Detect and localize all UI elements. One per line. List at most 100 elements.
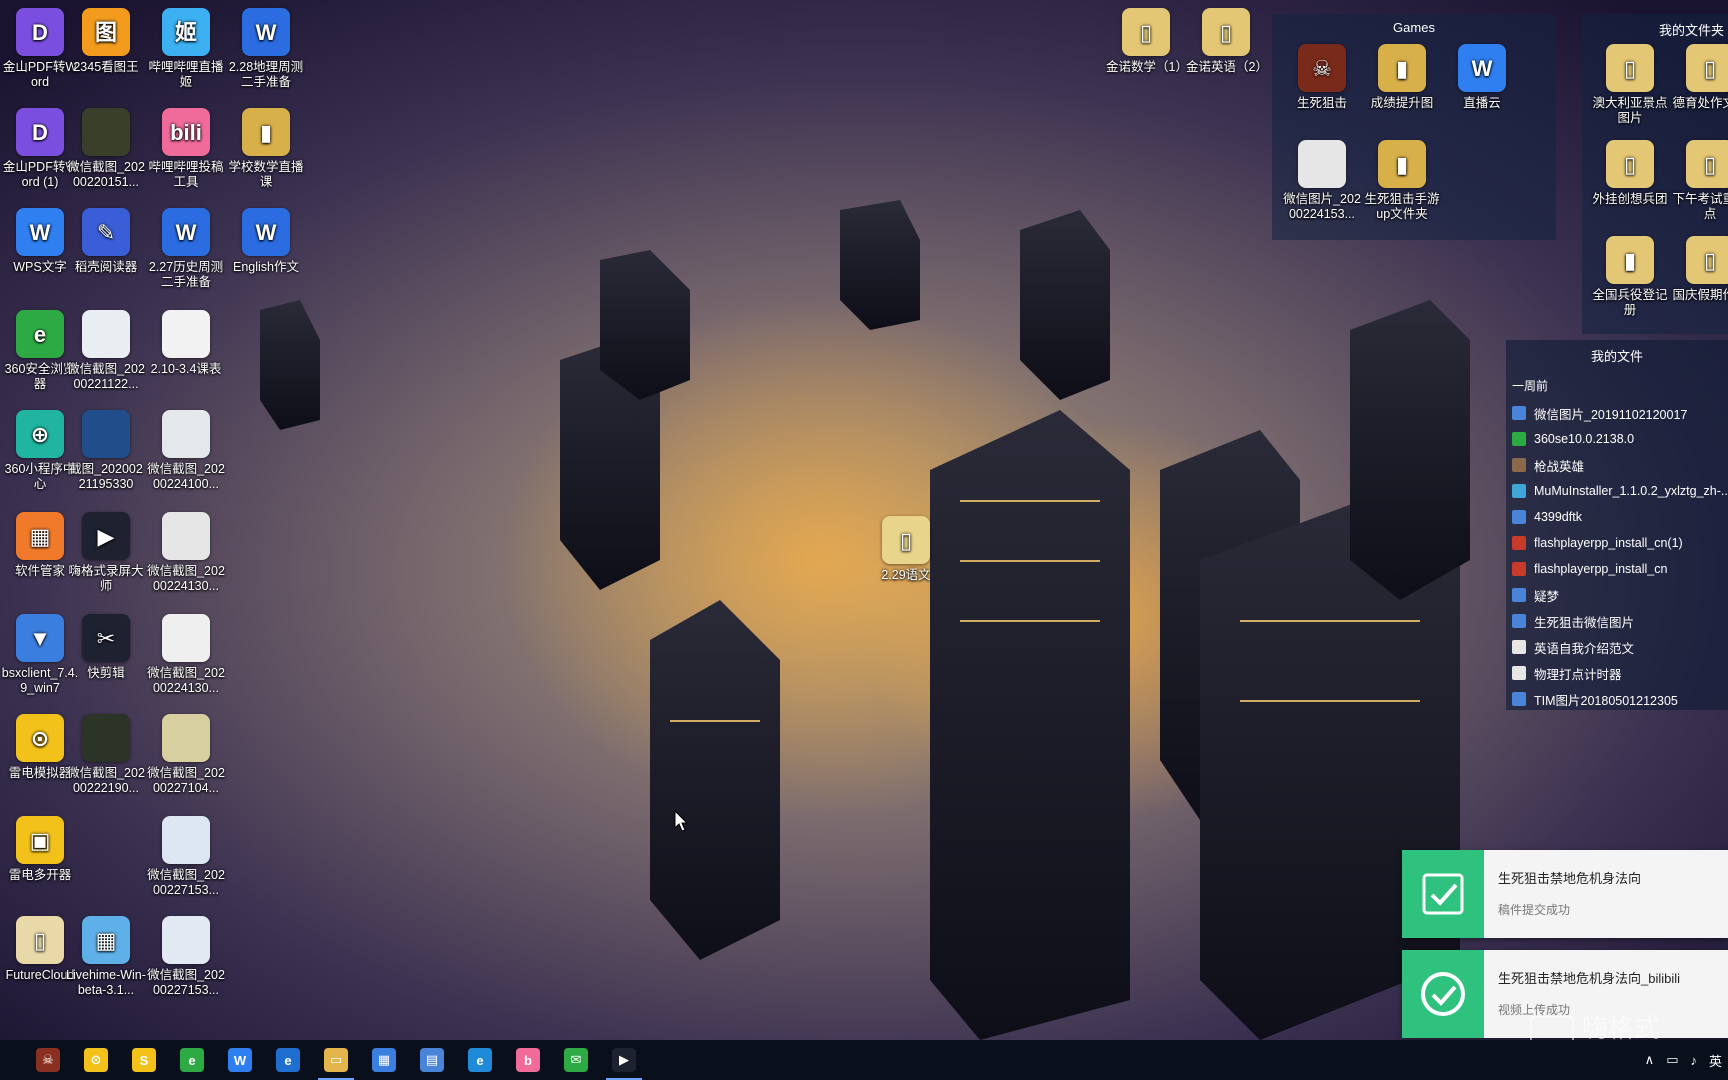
taskbar-button[interactable]: e xyxy=(456,1040,504,1080)
desktop-icon-label: 微信截图_20200220151... xyxy=(67,160,145,189)
file-icon: ▯ xyxy=(1606,140,1654,188)
desktop-icon[interactable]: ▯ 金诺数学（1） xyxy=(1106,8,1188,75)
desktop-icon[interactable]: 微信图片_20200224153... xyxy=(1282,140,1362,222)
desktop-icon[interactable]: ✂ 快剪辑 xyxy=(66,614,146,681)
recent-files-list: 微信图片_20191102120017 360se10.0.2138.0 枪战英雄 M… xyxy=(1506,400,1728,712)
desktop-icon[interactable]: 微信截图_20200227153... xyxy=(146,816,226,898)
desktop-icon[interactable]: 微信截图_20200222190... xyxy=(66,714,146,796)
taskbar-button[interactable]: ⊙ xyxy=(72,1040,120,1080)
recent-file-item[interactable]: MuMuInstaller_1.1.0.2_yxlztg_zh-... xyxy=(1506,478,1728,504)
wechat-icon: ✉ xyxy=(564,1048,588,1072)
watermark-text: 嗨格式 xyxy=(1582,1013,1661,1043)
desktop-icon[interactable]: 微信截图_20200224100... xyxy=(146,410,226,492)
desktop-icon-label: 截图_20200221195330 xyxy=(69,462,143,491)
desktop-icon[interactable]: W 直播云 xyxy=(1442,44,1522,111)
desktop-icon-label: 微信图片_20200224153... xyxy=(1283,192,1361,221)
recent-file-item[interactable]: flashplayerpp_install_cn xyxy=(1506,556,1728,582)
taskbar-button[interactable]: ☠ xyxy=(24,1040,72,1080)
desktop-icon[interactable]: 姬哔哩哔哩直播姬 xyxy=(146,8,226,90)
file-icon xyxy=(162,816,210,864)
recent-file-item[interactable]: 4399dftk xyxy=(1506,504,1728,530)
desktop-icon[interactable]: W English作文 xyxy=(226,208,306,275)
ie-browser-icon: e xyxy=(468,1048,492,1072)
file-icon xyxy=(1298,140,1346,188)
desktop-icon[interactable]: ▮ 全国兵役登记册 xyxy=(1590,236,1670,318)
desktop-icon[interactable]: ▮ 成绩提升图 xyxy=(1362,44,1442,111)
recent-file-label: 枪战英雄 xyxy=(1534,459,1585,474)
ime-indicator[interactable]: 英 xyxy=(1709,1051,1722,1070)
desktop-icon[interactable]: 微信截图_20200220151... xyxy=(66,108,146,190)
desktop-icon-label: 成绩提升图 xyxy=(1370,96,1434,110)
desktop-icon[interactable]: 图 2345看图王 xyxy=(66,8,146,75)
desktop-icon[interactable]: 微信截图_20200227104... xyxy=(146,714,226,796)
desktop-icon-label: 微信截图_20200227153... xyxy=(147,968,225,997)
file-icon: ▮ xyxy=(1606,236,1654,284)
desktop-icon[interactable]: ▯ 外挂创想兵团 xyxy=(1590,140,1670,207)
desktop-icon[interactable]: ▦ Livehime-Win-beta-3.1... xyxy=(66,916,146,998)
desktop-icon[interactable]: W 2.27历史周测二手准备 xyxy=(146,208,226,290)
desktop-icon-label: 微信截图_20200227153... xyxy=(147,868,225,897)
recent-file-item[interactable]: 生死狙击微信图片 xyxy=(1506,608,1728,634)
recent-file-item[interactable]: 360se10.0.2138.0 xyxy=(1506,426,1728,452)
desktop-icon-label: 哔哩哔哩投稿工具 xyxy=(148,160,224,189)
taskbar-button[interactable]: ▭ xyxy=(312,1040,360,1080)
my-folders-fence-title: 我的文件夹 xyxy=(1658,23,1724,38)
recent-file-item[interactable]: 物理打点计时器 xyxy=(1506,660,1728,686)
taskbar-button[interactable]: ▤ xyxy=(408,1040,456,1080)
desktop-icon[interactable]: ▯ 2.29语文 xyxy=(866,516,946,583)
desktop-icon[interactable]: ▯ 德育处作文业 xyxy=(1670,44,1728,111)
games-fence-title: Games xyxy=(1393,20,1435,35)
desktop-icon[interactable]: 微信截图_20200227153... xyxy=(146,916,226,998)
desktop-icon-label: 哔哩哔哩直播姬 xyxy=(148,60,224,89)
tray-chevron-icon[interactable]: ∧ xyxy=(1645,1052,1655,1068)
taskbar-button[interactable]: e xyxy=(168,1040,216,1080)
desktop-icon[interactable]: 截图_20200221195330 xyxy=(66,410,146,492)
desktop-icon[interactable]: ▯ 金诺英语（2） xyxy=(1186,8,1268,75)
desktop-icon[interactable]: 微信截图_20200221122... xyxy=(66,310,146,392)
desktop-icon[interactable]: 微信截图_20200224130... xyxy=(146,614,226,696)
recent-file-item[interactable]: 枪战英雄 xyxy=(1506,452,1728,478)
recent-file-label: TIM图片20180501212305 xyxy=(1534,693,1678,708)
desktop-icon[interactable]: ▯ 澳大利亚景点图片 xyxy=(1590,44,1670,126)
file-icon: ▯ xyxy=(1686,236,1728,284)
desktop-icon[interactable]: bili 哔哩哔哩投稿工具 xyxy=(146,108,226,190)
desktop-icon[interactable]: ▮ 学校数学直播课 xyxy=(226,108,306,190)
file-icon xyxy=(82,714,130,762)
taskbar-button[interactable]: ▦ xyxy=(360,1040,408,1080)
taskbar-button[interactable]: b xyxy=(504,1040,552,1080)
desktop-icon[interactable]: ▶ 嗨格式录屏大师 xyxy=(66,512,146,594)
taskbar-button[interactable]: ▶ xyxy=(600,1040,648,1080)
recent-file-label: 微信图片_20191102120017 xyxy=(1534,407,1688,422)
file-icon xyxy=(162,512,210,560)
file-icon: ▯ xyxy=(1202,8,1250,56)
network-icon[interactable]: ▭ xyxy=(1666,1052,1678,1068)
desktop-icon-label: 稻壳阅读器 xyxy=(74,260,138,274)
taskbar-button[interactable]: ✉ xyxy=(552,1040,600,1080)
taskbar-button[interactable]: W xyxy=(216,1040,264,1080)
file-icon: ▶ xyxy=(82,512,130,560)
desktop-icon[interactable]: ▮ 生死狙击手游up文件夹 xyxy=(1362,140,1442,222)
taskbar-button[interactable]: S xyxy=(120,1040,168,1080)
taskbar-button[interactable]: e xyxy=(264,1040,312,1080)
recent-file-item[interactable]: flashplayerpp_install_cn(1) xyxy=(1506,530,1728,556)
file-icon: ⊙ xyxy=(16,714,64,762)
file-type-icon xyxy=(1512,692,1526,706)
recent-file-item[interactable]: TIM图片20180501212305 xyxy=(1506,686,1728,712)
file-icon xyxy=(82,108,130,156)
toast-subtitle: 稿件提交成功 xyxy=(1498,903,1571,917)
desktop-icon[interactable]: 2.10-3.4课表 xyxy=(146,310,226,377)
desktop-icon[interactable]: ▯ 国庆假期作业 xyxy=(1670,236,1728,303)
desktop-icon[interactable]: ▯ 下午考试重要点 xyxy=(1670,140,1728,222)
speaker-icon[interactable]: ♪ xyxy=(1690,1053,1697,1068)
system-tray: ∧ ▭ ♪ 英 xyxy=(1639,1040,1728,1080)
desktop-icon[interactable]: ☠ 生死狙击 xyxy=(1282,44,1362,111)
recent-file-item[interactable]: 疑梦 xyxy=(1506,582,1728,608)
recent-file-item[interactable]: 英语自我介绍范文 xyxy=(1506,634,1728,660)
desktop-icon[interactable]: ▣ 雷电多开器 xyxy=(0,816,80,883)
desktop-icon[interactable]: W 2.28地理周测二手准备 xyxy=(226,8,306,90)
toast-submit-success[interactable]: 生死狙击禁地危机身法向 稿件提交成功 xyxy=(1402,850,1728,938)
recent-file-item[interactable]: 微信图片_20191102120017 xyxy=(1506,400,1728,426)
file-icon: ▯ xyxy=(882,516,930,564)
desktop-icon[interactable]: 微信截图_20200224130... xyxy=(146,512,226,594)
desktop-icon[interactable]: ✎ 稻壳阅读器 xyxy=(66,208,146,275)
